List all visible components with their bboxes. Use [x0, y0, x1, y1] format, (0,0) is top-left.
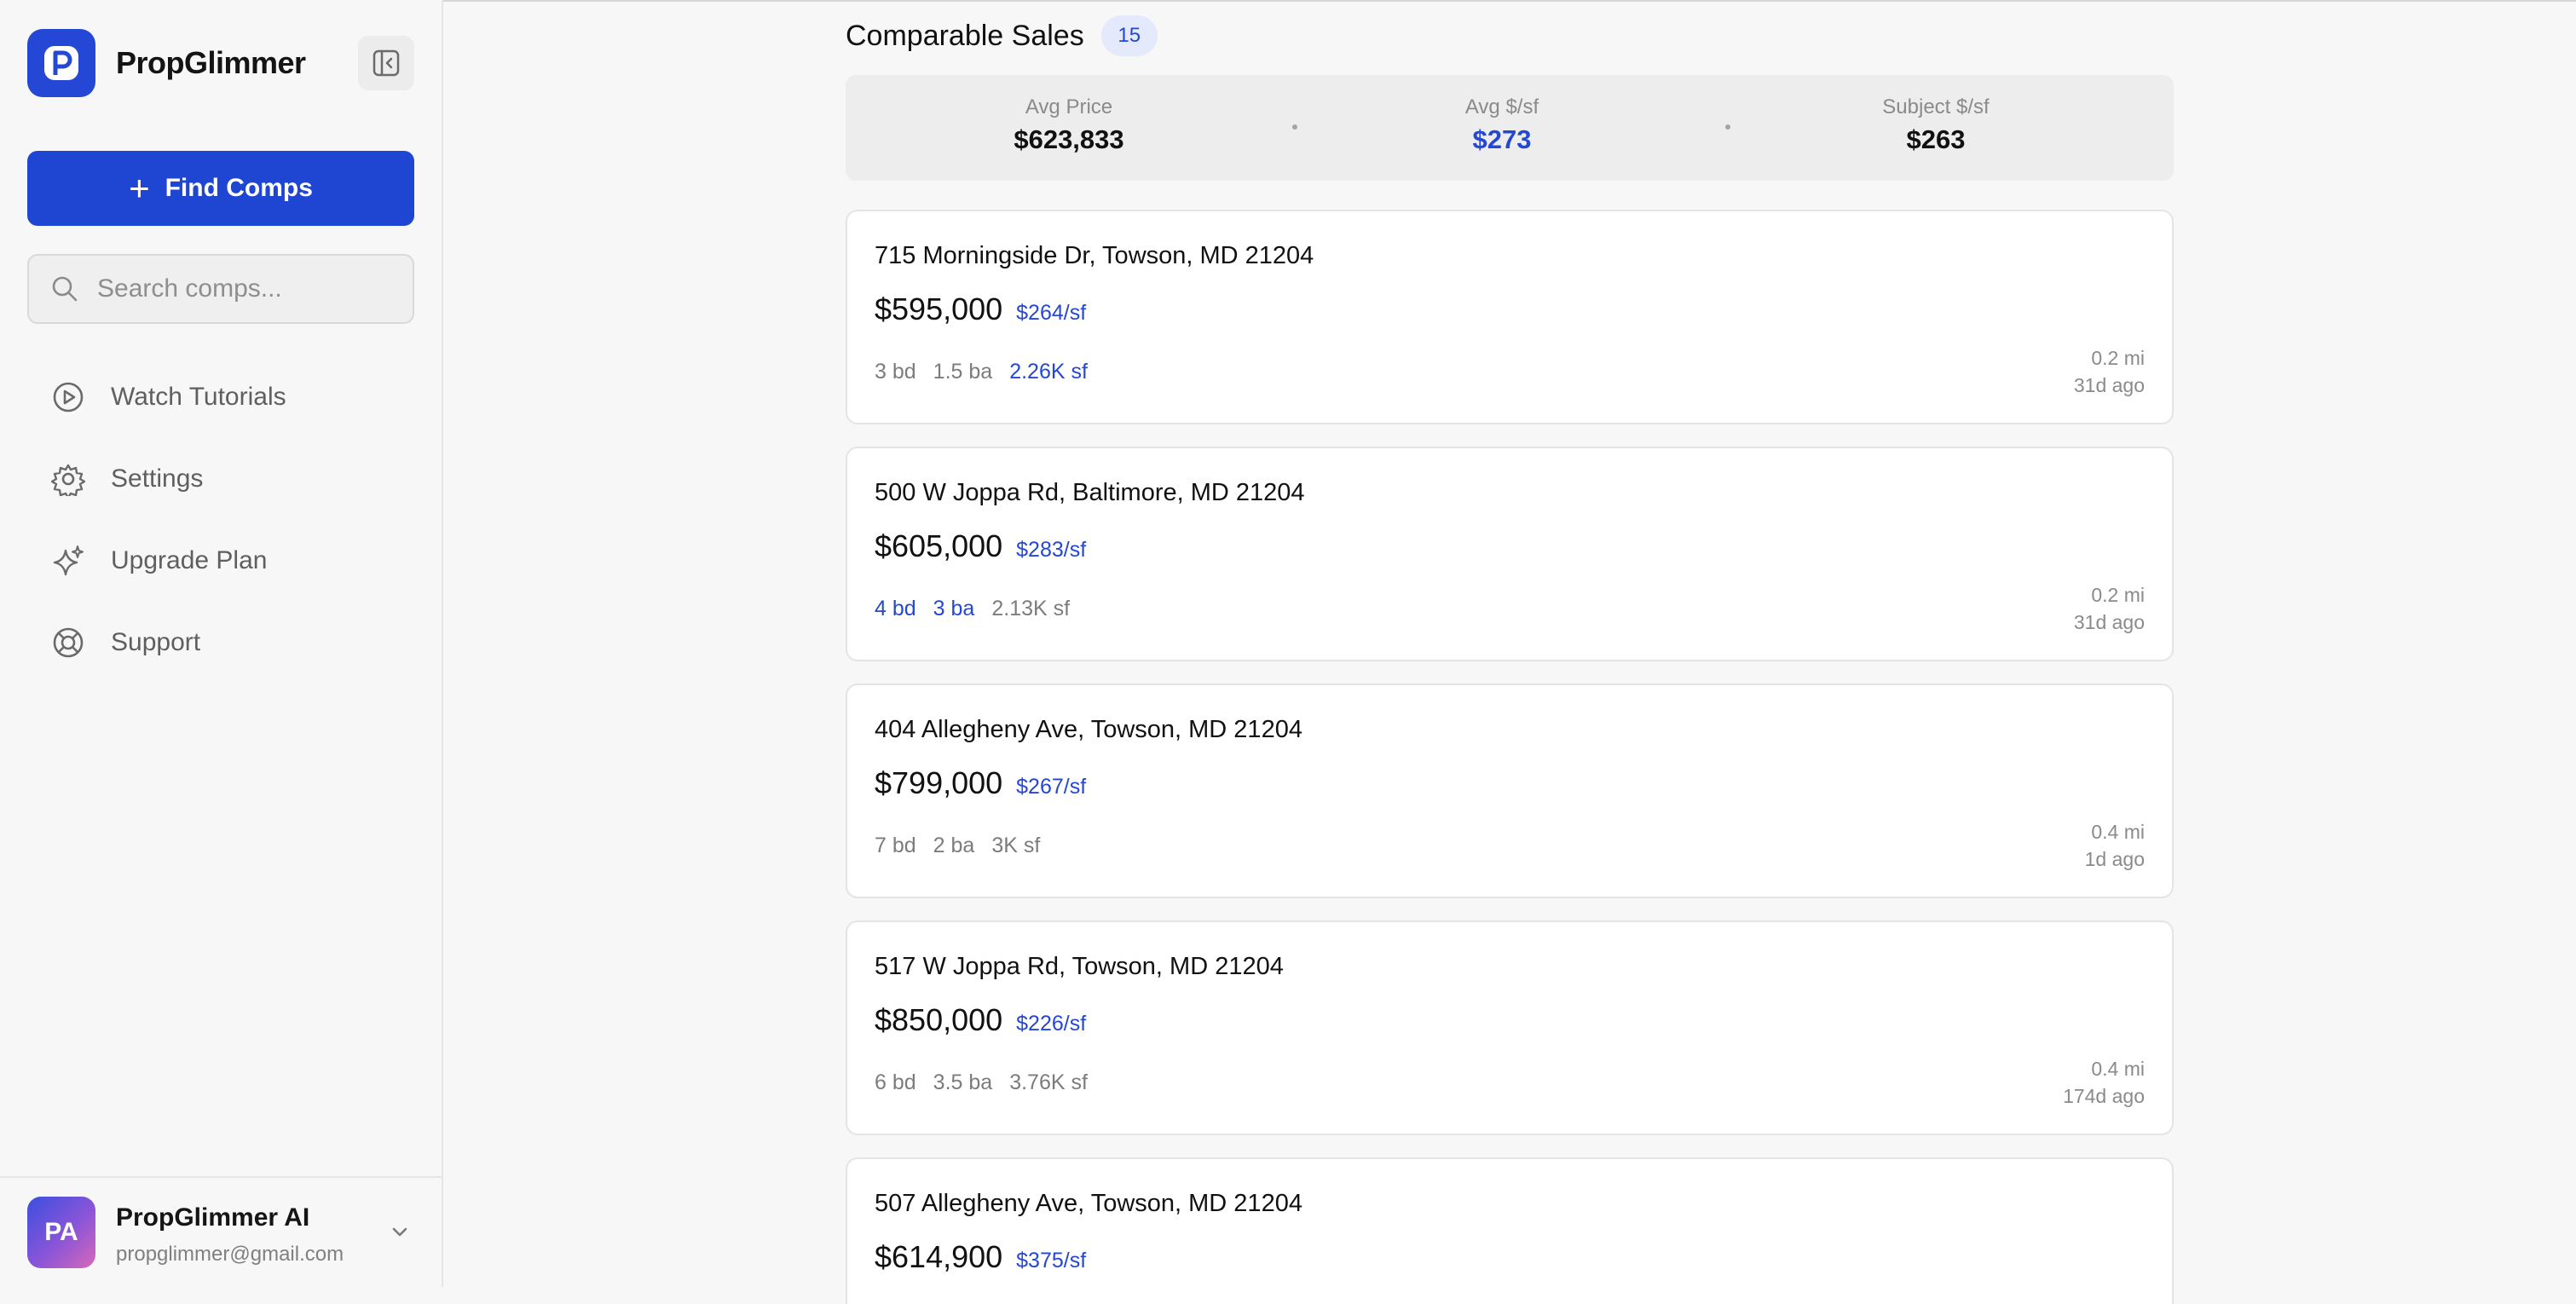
comp-price-per-sqft: $267/sf	[1016, 775, 1087, 799]
comp-price: $799,000	[875, 765, 1003, 800]
brand[interactable]: PropGlimmer	[27, 29, 306, 97]
plus-icon: +	[129, 168, 150, 208]
sidebar-nav: Watch Tutorials Settings Upgrade Plan Su…	[27, 356, 414, 684]
stat-value: $623,833	[1014, 124, 1124, 154]
comp-distance-age: 0.2 mi 31d ago	[2074, 581, 2145, 636]
comp-card[interactable]: 507 Allegheny Ave, Towson, MD 21204 $614…	[846, 1157, 2174, 1304]
comp-distance-age: 0.4 mi 1d ago	[2085, 818, 2145, 873]
avg-psf-stat: Avg $/sf $273	[1374, 95, 1630, 155]
comp-sqft: 2.26K sf	[1009, 360, 1088, 384]
account-name: PropGlimmer AI	[116, 1203, 310, 1232]
comp-price-row: $605,000 $283/sf	[875, 528, 1086, 564]
comp-baths: 1.5 ba	[933, 360, 993, 384]
comp-price-per-sqft: $226/sf	[1016, 1012, 1087, 1036]
search-icon	[48, 272, 82, 306]
comp-beds: 6 bd	[875, 1070, 916, 1094]
comp-sqft: 3K sf	[991, 834, 1041, 857]
app-logo-icon	[27, 29, 95, 97]
comp-card[interactable]: 500 W Joppa Rd, Baltimore, MD 21204 $605…	[846, 447, 2174, 661]
comp-beds: 7 bd	[875, 834, 916, 857]
play-circle-icon	[49, 378, 87, 416]
sidebar-item-label: Support	[111, 628, 201, 656]
comp-sqft: 2.13K sf	[991, 597, 1071, 620]
comp-card[interactable]: 715 Morningside Dr, Towson, MD 21204 $59…	[846, 210, 2174, 424]
comp-price-row: $850,000 $226/sf	[875, 1002, 1086, 1038]
comp-distance: 0.2 mi	[2091, 347, 2145, 369]
comp-beds: 4 bd	[875, 597, 916, 620]
lifebuoy-icon	[49, 624, 87, 661]
main-content: Comparable Sales 15 Avg Price $623,833 A…	[443, 0, 2576, 1304]
sidebar-item-upgrade-plan[interactable]: Upgrade Plan	[27, 520, 414, 602]
gear-icon	[49, 460, 87, 498]
comp-age: 31d ago	[2073, 374, 2145, 396]
comp-address: 404 Allegheny Ave, Towson, MD 21204	[875, 716, 1302, 743]
comp-details: 3 bd 1.5 ba 2.26K sf	[875, 360, 1105, 384]
search-input[interactable]	[95, 274, 406, 304]
find-comps-label: Find Comps	[165, 174, 313, 202]
comp-distance-age: 0.2 mi 31d ago	[2074, 344, 2145, 399]
comp-price-per-sqft: $283/sf	[1016, 538, 1087, 562]
comp-price: $605,000	[875, 528, 1003, 563]
brand-name: PropGlimmer	[116, 45, 306, 80]
comp-price-row: $799,000 $267/sf	[875, 765, 1086, 801]
stat-value: $263	[1906, 124, 1966, 154]
comp-age: 31d ago	[2073, 611, 2145, 633]
sidebar-item-label: Watch Tutorials	[111, 383, 286, 411]
page-title: Comparable Sales	[846, 19, 1084, 52]
comp-price-per-sqft: $375/sf	[1016, 1249, 1087, 1272]
comp-address: 500 W Joppa Rd, Baltimore, MD 21204	[875, 479, 1305, 506]
account-menu[interactable]: PA PropGlimmer AI propglimmer@gmail.com	[0, 1176, 442, 1289]
comp-distance-age: 0.4 mi 174d ago	[2063, 1055, 2145, 1110]
comp-baths: 2 ba	[933, 834, 975, 857]
collapse-sidebar-button[interactable]	[358, 36, 414, 90]
sidebar-item-label: Upgrade Plan	[111, 546, 268, 574]
sparkles-icon	[49, 542, 87, 580]
count-badge: 15	[1100, 15, 1158, 56]
stat-label: Avg $/sf	[1464, 95, 1539, 118]
comp-price-row: $614,900 $375/sf	[875, 1239, 1086, 1275]
comp-price: $595,000	[875, 291, 1003, 326]
comp-price-row: $595,000 $264/sf	[875, 291, 1086, 327]
subject-psf-stat: Subject $/sf $263	[1808, 95, 2064, 155]
separator-dot	[1292, 124, 1297, 130]
comp-address: 715 Morningside Dr, Towson, MD 21204	[875, 242, 1314, 269]
stat-value: $273	[1472, 124, 1532, 154]
comp-beds: 3 bd	[875, 360, 916, 384]
find-comps-button[interactable]: + Find Comps	[27, 151, 414, 226]
sidebar: PropGlimmer + Find Comps Search comps...…	[0, 0, 443, 1287]
comp-baths: 3 ba	[933, 597, 975, 620]
account-email: propglimmer@gmail.com	[116, 1243, 344, 1266]
comp-sqft: 3.76K sf	[1009, 1070, 1088, 1094]
comp-price: $850,000	[875, 1002, 1003, 1037]
comp-price-per-sqft: $264/sf	[1016, 301, 1087, 325]
comp-details: 6 bd 3.5 ba 3.76K sf	[875, 1070, 1105, 1095]
search-box	[27, 254, 414, 324]
comp-details: 7 bd 2 ba 3K sf	[875, 834, 1057, 858]
avg-price-stat: Avg Price $623,833	[941, 95, 1197, 155]
comp-details: 4 bd 3 ba 2.13K sf	[875, 597, 1087, 621]
sidebar-item-settings[interactable]: Settings	[27, 438, 414, 520]
comp-age: 174d ago	[2063, 1085, 2145, 1107]
sidebar-item-label: Settings	[111, 464, 204, 493]
comp-address: 507 Allegheny Ave, Towson, MD 21204	[875, 1190, 1302, 1217]
stat-label: Subject $/sf	[1882, 95, 1990, 118]
section-header: Comparable Sales 15	[846, 15, 1158, 56]
comp-distance: 0.4 mi	[2091, 1058, 2145, 1080]
comp-distance: 0.4 mi	[2091, 821, 2145, 843]
comp-card[interactable]: 517 W Joppa Rd, Towson, MD 21204 $850,00…	[846, 920, 2174, 1135]
comp-distance: 0.2 mi	[2091, 584, 2145, 606]
chevron-down-icon[interactable]	[385, 1217, 414, 1246]
comp-age: 1d ago	[2084, 848, 2145, 870]
comp-price: $614,900	[875, 1239, 1003, 1274]
comp-baths: 3.5 ba	[933, 1070, 993, 1094]
avatar: PA	[27, 1197, 95, 1268]
sidebar-item-support[interactable]: Support	[27, 602, 414, 684]
sidebar-item-watch-tutorials[interactable]: Watch Tutorials	[27, 356, 414, 438]
summary-bar: Avg Price $623,833 Avg $/sf $273 Subject…	[846, 75, 2174, 181]
comp-address: 517 W Joppa Rd, Towson, MD 21204	[875, 953, 1284, 980]
comp-card[interactable]: 404 Allegheny Ave, Towson, MD 21204 $799…	[846, 684, 2174, 898]
sidebar-collapse-icon	[373, 49, 400, 77]
separator-dot	[1725, 124, 1730, 130]
stat-label: Avg Price	[1025, 95, 1113, 118]
